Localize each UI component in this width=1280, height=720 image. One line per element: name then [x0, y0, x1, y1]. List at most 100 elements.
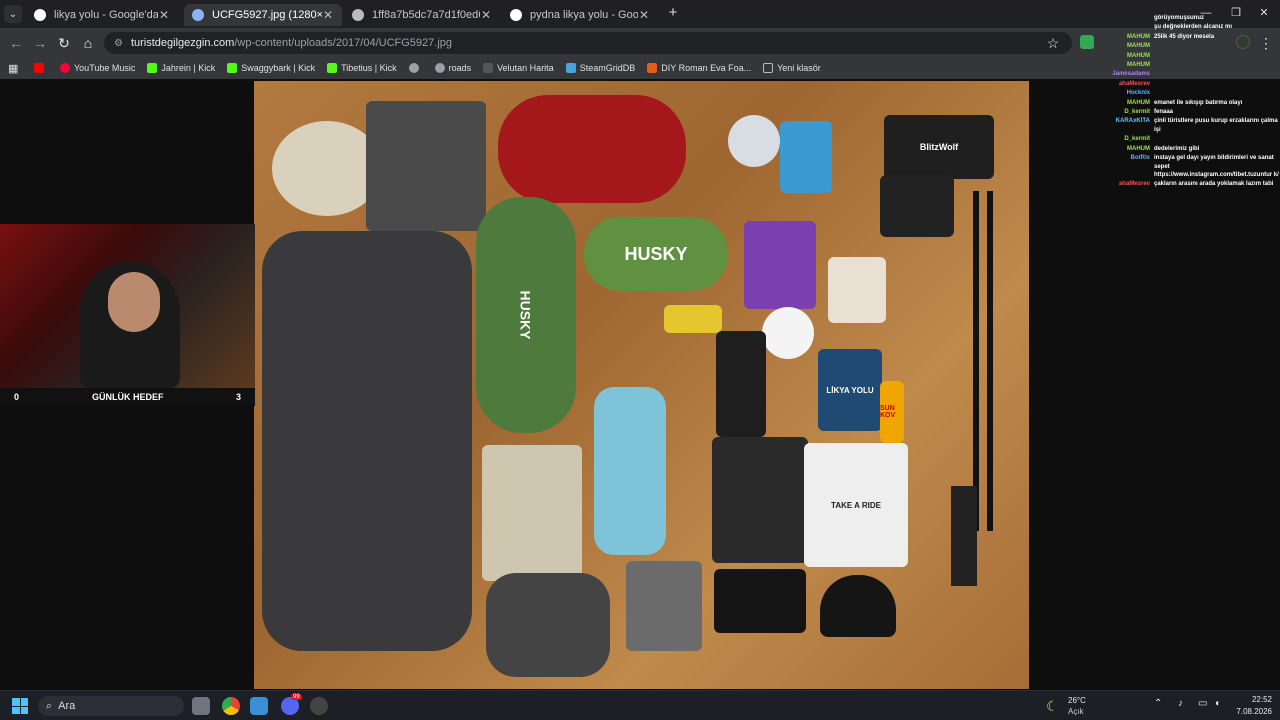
- tab-title: UCFG5927.jpg (1280×1004): [212, 9, 322, 21]
- chat-username[interactable]: KARAxKITA: [1096, 117, 1150, 134]
- google-icon: [34, 9, 46, 21]
- goal-label: GÜNLÜK HEDEF: [92, 392, 164, 402]
- chat-message: ahaMesrev çakların arasını arada yoklamak…: [1096, 180, 1280, 188]
- bookmark-tibetius[interactable]: Tibetius | Kick: [327, 63, 397, 73]
- extension-shield-icon[interactable]: [1080, 35, 1094, 49]
- bookmark-youtube-music[interactable]: YouTube Music: [60, 63, 135, 73]
- chat-username[interactable]: [1096, 23, 1150, 31]
- tab-strip: ⌄ likya yolu - Google'da Ara ✕ UCFG5927.…: [0, 0, 1280, 28]
- book-title: LİKYA YOLU: [826, 385, 874, 395]
- notification-badge: 99: [291, 694, 302, 700]
- new-tab-button[interactable]: +: [664, 4, 682, 22]
- gear-flatlay-photo[interactable]: BlitzWolf HUSKY HUSKY LİKYA YOLU SUN KOV…: [254, 81, 1029, 689]
- bookmark-diy-roman[interactable]: DIY Roman Eva Foa...: [647, 63, 751, 73]
- clock-time[interactable]: 22:52: [1240, 695, 1272, 704]
- bookmark-label: Tibetius | Kick: [341, 63, 397, 73]
- tab-hash[interactable]: 1ff8a7b5dc7a7d1f0ed65aaa29... ✕: [344, 4, 500, 26]
- chat-text: şu değneklerden alcanız mı: [1154, 24, 1233, 31]
- site-info-icon[interactable]: ⚙: [114, 38, 123, 49]
- charger-brand-label: BlitzWolf: [919, 142, 959, 152]
- bookmark-label: roads: [448, 63, 472, 73]
- chat-username[interactable]: Jamesadams: [1096, 70, 1150, 78]
- chat-username[interactable]: MAHUM: [1096, 99, 1150, 107]
- bookmark-label: Velutan Harita: [497, 63, 554, 73]
- fleece-jacket: [712, 437, 808, 563]
- chat-message: MAHUM dedelerimiz gibi: [1096, 145, 1280, 153]
- close-icon[interactable]: ✕: [638, 8, 650, 22]
- tab-likya-search[interactable]: likya yolu - Google'da Ara ✕: [26, 4, 178, 26]
- steamgriddb-icon: [565, 63, 576, 73]
- chat-username[interactable]: Hocknix: [1096, 89, 1150, 97]
- weather-desc[interactable]: Açık: [1068, 707, 1084, 716]
- chat-message: BotRix instaya gel dayı yayın bildirimler…: [1096, 154, 1280, 179]
- streamer-webcam: [0, 224, 255, 388]
- chat-username[interactable]: MAHUM: [1096, 52, 1150, 60]
- chat-message: MAHUM emanet ile sıkışıp batırma olayı: [1096, 99, 1280, 107]
- close-icon[interactable]: ✕: [480, 8, 492, 22]
- chat-username[interactable]: MAHUM: [1096, 42, 1150, 50]
- dry-bag: [716, 331, 766, 437]
- chat-text: dedelerimiz gibi: [1154, 145, 1200, 152]
- taskbar-search[interactable]: ⌕ Ara: [38, 696, 184, 716]
- kick-icon: [227, 63, 238, 73]
- close-icon[interactable]: ✕: [322, 8, 334, 22]
- bookmark-velutan[interactable]: Velutan Harita: [483, 63, 554, 73]
- chat-message: Jamesadams: [1096, 70, 1280, 78]
- tab-pydna-search[interactable]: pydna likya yolu - Google'da Ar ✕: [502, 4, 658, 26]
- moon-weather-icon: ☾: [1046, 698, 1059, 714]
- weather-temp[interactable]: 26°C: [1068, 696, 1086, 705]
- socks: [626, 561, 702, 651]
- chat-message: MAHUM: [1096, 52, 1280, 60]
- trekking-poles: [962, 191, 1004, 531]
- tab-search-button[interactable]: ⌄: [4, 5, 22, 23]
- back-button[interactable]: ←: [6, 33, 26, 53]
- chat-username[interactable]: BotRix: [1096, 154, 1150, 179]
- obs-icon[interactable]: [310, 697, 328, 715]
- bookmark-star-button[interactable]: ☆: [1043, 33, 1063, 53]
- chat-message: D_kermit fenaaa: [1096, 108, 1280, 116]
- bookmark-folder[interactable]: Yeni klasör: [763, 63, 821, 73]
- chrome-icon[interactable]: [222, 697, 240, 715]
- bookmark-globe[interactable]: [408, 63, 423, 73]
- chevron-up-icon[interactable]: ⌃: [1154, 698, 1162, 709]
- chat-username[interactable]: [1096, 14, 1150, 22]
- microphone-icon[interactable]: ♪: [1178, 698, 1183, 709]
- bookmark-youtube[interactable]: [34, 63, 48, 73]
- address-bar[interactable]: ⚙ turistdegilgezgin.com/wp-content/uploa…: [104, 32, 1072, 54]
- chat-username[interactable]: D_kermit: [1096, 135, 1150, 143]
- chat-username[interactable]: MAHUM: [1096, 33, 1150, 41]
- backpack: [262, 231, 472, 651]
- windows-start-icon[interactable]: [12, 698, 28, 714]
- chat-username[interactable]: ahaMesrev: [1096, 80, 1150, 88]
- chat-message: MAHUM: [1096, 61, 1280, 69]
- chat-text: çakların arasını arada yoklamak lazım ta…: [1154, 181, 1274, 188]
- app-icon[interactable]: [250, 697, 268, 715]
- reload-button[interactable]: ↻: [54, 33, 74, 53]
- volume-icon[interactable]: ◖: [1214, 698, 1220, 709]
- beanie: [820, 575, 896, 637]
- forward-button[interactable]: →: [30, 33, 50, 53]
- apps-grid-icon[interactable]: ▦: [8, 62, 18, 75]
- youtube-music-icon: [60, 63, 70, 73]
- arrow-right-icon: →: [33, 35, 47, 51]
- url-host: turistdegilgezgin.com: [130, 37, 235, 49]
- bookmark-roads[interactable]: roads: [434, 63, 472, 73]
- clock-date[interactable]: 7.08.2026: [1226, 707, 1272, 716]
- sunscreen: SUN KOV: [880, 381, 904, 443]
- chat-username[interactable]: MAHUM: [1096, 61, 1150, 69]
- bookmark-label: SteamGridDB: [579, 63, 636, 73]
- close-icon[interactable]: ✕: [158, 8, 170, 22]
- sunscreen-label: SUN KOV: [880, 405, 896, 419]
- network-icon[interactable]: ▭: [1198, 698, 1207, 709]
- home-button[interactable]: ⌂: [78, 33, 98, 53]
- file-explorer-icon[interactable]: [192, 697, 210, 715]
- bookmark-swaggybark[interactable]: Swaggybark | Kick: [227, 63, 315, 73]
- bookmark-jahrein[interactable]: Jahrein | Kick: [147, 63, 215, 73]
- chat-username[interactable]: D_kermit: [1096, 108, 1150, 116]
- chat-text: fenaaa: [1154, 109, 1174, 116]
- image-icon: [192, 9, 204, 21]
- chat-username[interactable]: ahaMesrev: [1096, 180, 1150, 188]
- bookmark-steamgriddb[interactable]: SteamGridDB: [565, 63, 636, 73]
- tab-image[interactable]: UCFG5927.jpg (1280×1004) ✕: [184, 4, 342, 26]
- chat-username[interactable]: MAHUM: [1096, 145, 1150, 153]
